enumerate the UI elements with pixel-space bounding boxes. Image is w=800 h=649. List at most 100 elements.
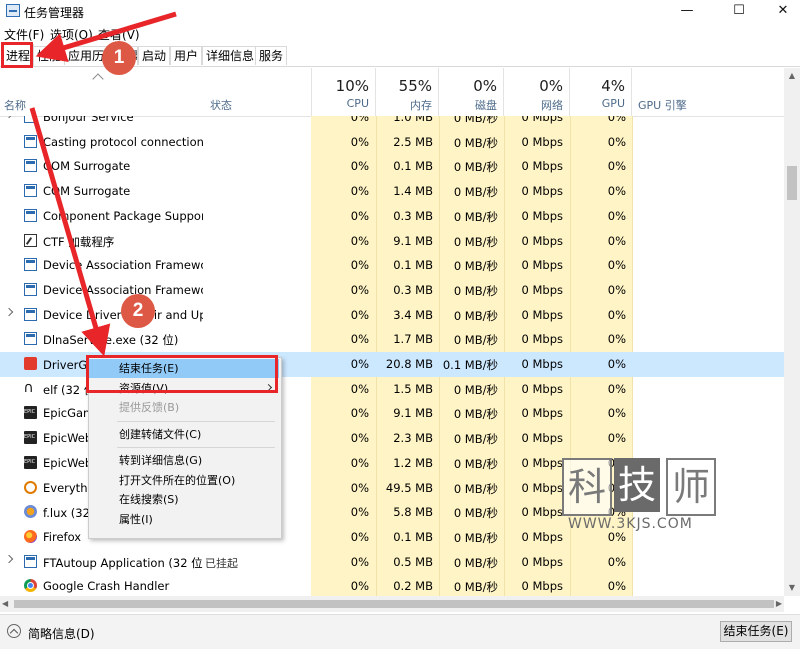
table-row[interactable]: Google Crash Handler 0% 0.2 MB 0 MB/秒 0 Mbps…	[0, 574, 784, 596]
table-row[interactable]: COM Surrogate 0% 1.4 MB 0 MB/秒 0 Mbps 0%	[0, 179, 784, 204]
context-menu-label: 转到详细信息(G)	[119, 454, 203, 467]
tab-details[interactable]: 详细信息	[202, 46, 259, 65]
context-menu-label: 在线搜索(S)	[119, 493, 179, 506]
expand-chevron-icon[interactable]	[4, 116, 14, 119]
process-icon	[24, 357, 37, 370]
process-icon	[24, 431, 37, 445]
scroll-right-icon[interactable]: ▶	[776, 596, 782, 612]
scroll-left-icon[interactable]: ◀	[2, 596, 8, 612]
table-row[interactable]: FTAutoup Application (32 位) 已挂起 0% 0.5 MB 0 …	[0, 550, 784, 575]
process-icon	[24, 116, 37, 123]
horizontal-scroll-thumb[interactable]	[14, 600, 774, 608]
table-row[interactable]: Bonjour Service 0% 1.0 MB 0 MB/秒 0 Mbps 0%	[0, 116, 784, 130]
horizontal-scrollbar[interactable]: ◀ ▶	[0, 596, 784, 612]
tab-performance[interactable]: 性能	[33, 46, 66, 65]
context-menu-label: 创建转储文件(C)	[119, 427, 202, 441]
gpu-value: 0%	[607, 307, 626, 322]
network-value: 0 Mbps	[521, 579, 564, 594]
process-icon	[24, 159, 37, 173]
process-name: COM Surrogate	[43, 159, 131, 174]
memory-value: 0.1 MB	[393, 159, 433, 174]
end-task-button[interactable]: 结束任务(E)	[720, 621, 792, 642]
menu-options[interactable]: 选项(O)	[50, 26, 93, 43]
tab-services[interactable]: 服务	[255, 46, 288, 65]
disk-value: 0 MB/秒	[453, 259, 498, 274]
step-badge-2: 2	[121, 294, 155, 328]
table-row[interactable]: DlnaService.exe (32 位) 0% 1.7 MB 0 MB/秒 0 Mb…	[0, 327, 784, 352]
menu-file[interactable]: 文件(F)	[4, 26, 44, 43]
scroll-up-icon[interactable]: ▲	[784, 68, 800, 84]
network-value: 0 Mbps	[521, 184, 564, 199]
gpu-value: 0%	[607, 258, 626, 273]
window-title: 任务管理器	[24, 6, 85, 20]
process-icon	[24, 184, 37, 198]
context-menu-item[interactable]: 创建转储文件(C)	[89, 425, 279, 444]
context-menu-item[interactable]: 结束任务(E)	[89, 359, 279, 378]
cpu-value: 0%	[350, 134, 369, 149]
expand-chevron-icon[interactable]	[4, 554, 14, 563]
tab-processes[interactable]: 进程	[2, 44, 35, 66]
gpu-percent: 4%	[601, 77, 625, 95]
context-menu-item[interactable]: 资源值(V)	[89, 379, 279, 398]
cpu-value: 0%	[350, 116, 369, 124]
network-value: 0 Mbps	[521, 282, 564, 297]
table-row[interactable]: CTF 加载程序 0% 9.1 MB 0 MB/秒 0 Mbps 0%	[0, 229, 784, 254]
context-menu-label: 结束任务(E)	[119, 362, 179, 375]
vertical-scroll-thumb[interactable]	[787, 166, 797, 200]
column-network[interactable]: 0% 网络	[504, 68, 570, 116]
column-cpu[interactable]: 10% CPU	[311, 68, 376, 116]
column-memory[interactable]: 55% 内存	[376, 68, 439, 116]
cpu-label: CPU	[346, 97, 369, 110]
cpu-value: 0%	[350, 307, 369, 322]
column-status[interactable]: 状态	[210, 97, 232, 113]
scroll-down-icon[interactable]: ▼	[784, 580, 800, 596]
memory-value: 0.1 MB	[393, 529, 433, 544]
network-value: 0 Mbps	[521, 258, 564, 273]
column-gpu-engine[interactable]: GPU 引擎	[638, 97, 687, 113]
table-row[interactable]: Device Association Framewo... 0% 0.3 MB 0 M…	[0, 278, 784, 303]
disk-value: 0 MB/秒	[453, 308, 498, 323]
gpu-value: 0%	[607, 208, 626, 223]
maximize-button[interactable]: ☐	[716, 0, 762, 22]
process-name: CTF 加载程序	[43, 234, 115, 249]
memory-value: 0.3 MB	[393, 208, 433, 223]
expand-chevron-icon[interactable]	[4, 307, 14, 316]
column-disk[interactable]: 0% 磁盘	[439, 68, 504, 116]
memory-value: 5.8 MB	[393, 505, 433, 520]
minimize-button[interactable]: —	[664, 0, 710, 22]
column-gpu[interactable]: 4% GPU	[570, 68, 632, 116]
context-menu-item[interactable]: 在线搜索(S)	[89, 490, 279, 509]
network-value: 0 Mbps	[521, 480, 564, 495]
process-name: FTAutoup Application (32 位)	[43, 555, 203, 570]
close-button[interactable]: ✕	[760, 0, 800, 22]
memory-value: 0.2 MB	[393, 579, 433, 594]
network-value: 0 Mbps	[521, 134, 564, 149]
network-percent: 0%	[539, 77, 563, 95]
cpu-value: 0%	[350, 455, 369, 470]
table-row[interactable]: Device Association Framewo... 0% 0.1 MB 0 M…	[0, 253, 784, 278]
table-row[interactable]: COM Surrogate 0% 0.1 MB 0 MB/秒 0 Mbps 0%	[0, 154, 784, 179]
tab-users[interactable]: 用户	[170, 46, 203, 65]
network-label: 网络	[541, 99, 563, 112]
table-row[interactable]: Device Driver Repair and Up...0%3.4 MB0 …	[0, 303, 784, 328]
table-row[interactable]: Component Package Suppor... 0% 0.3 MB 0 MB/…	[0, 204, 784, 229]
column-name[interactable]: 名称	[4, 97, 26, 113]
title-bar[interactable]: 任务管理器 — ☐ ✕	[0, 0, 800, 22]
context-menu-separator	[117, 447, 275, 448]
memory-value: 0.1 MB	[393, 258, 433, 273]
fewer-details-link[interactable]: 简略信息(D)	[28, 625, 95, 642]
disk-value: 0 MB/秒	[453, 333, 498, 348]
context-menu-item[interactable]: 属性(I)	[89, 510, 279, 529]
context-menu-label: 提供反馈(B)	[119, 401, 180, 414]
context-menu-item[interactable]: 转到详细信息(G)	[89, 451, 279, 470]
vertical-scrollbar[interactable]: ▲ ▼	[784, 68, 800, 596]
table-row[interactable]: Casting protocol connection ... 0% 2.5 MB 0…	[0, 130, 784, 155]
memory-percent: 55%	[398, 77, 432, 95]
tab-startup[interactable]: 启动	[138, 46, 171, 65]
network-value: 0 Mbps	[521, 381, 564, 396]
collapse-up-icon[interactable]	[7, 624, 21, 638]
context-menu-item[interactable]: 打开文件所在的位置(O)	[89, 471, 279, 490]
disk-value: 0 MB/秒	[453, 432, 498, 447]
context-menu[interactable]: 结束任务(E) 资源值(V) 提供反馈(B) 创建转储文件(C) 转到详细信息(G) 打开…	[88, 357, 282, 539]
process-icon	[24, 480, 37, 494]
